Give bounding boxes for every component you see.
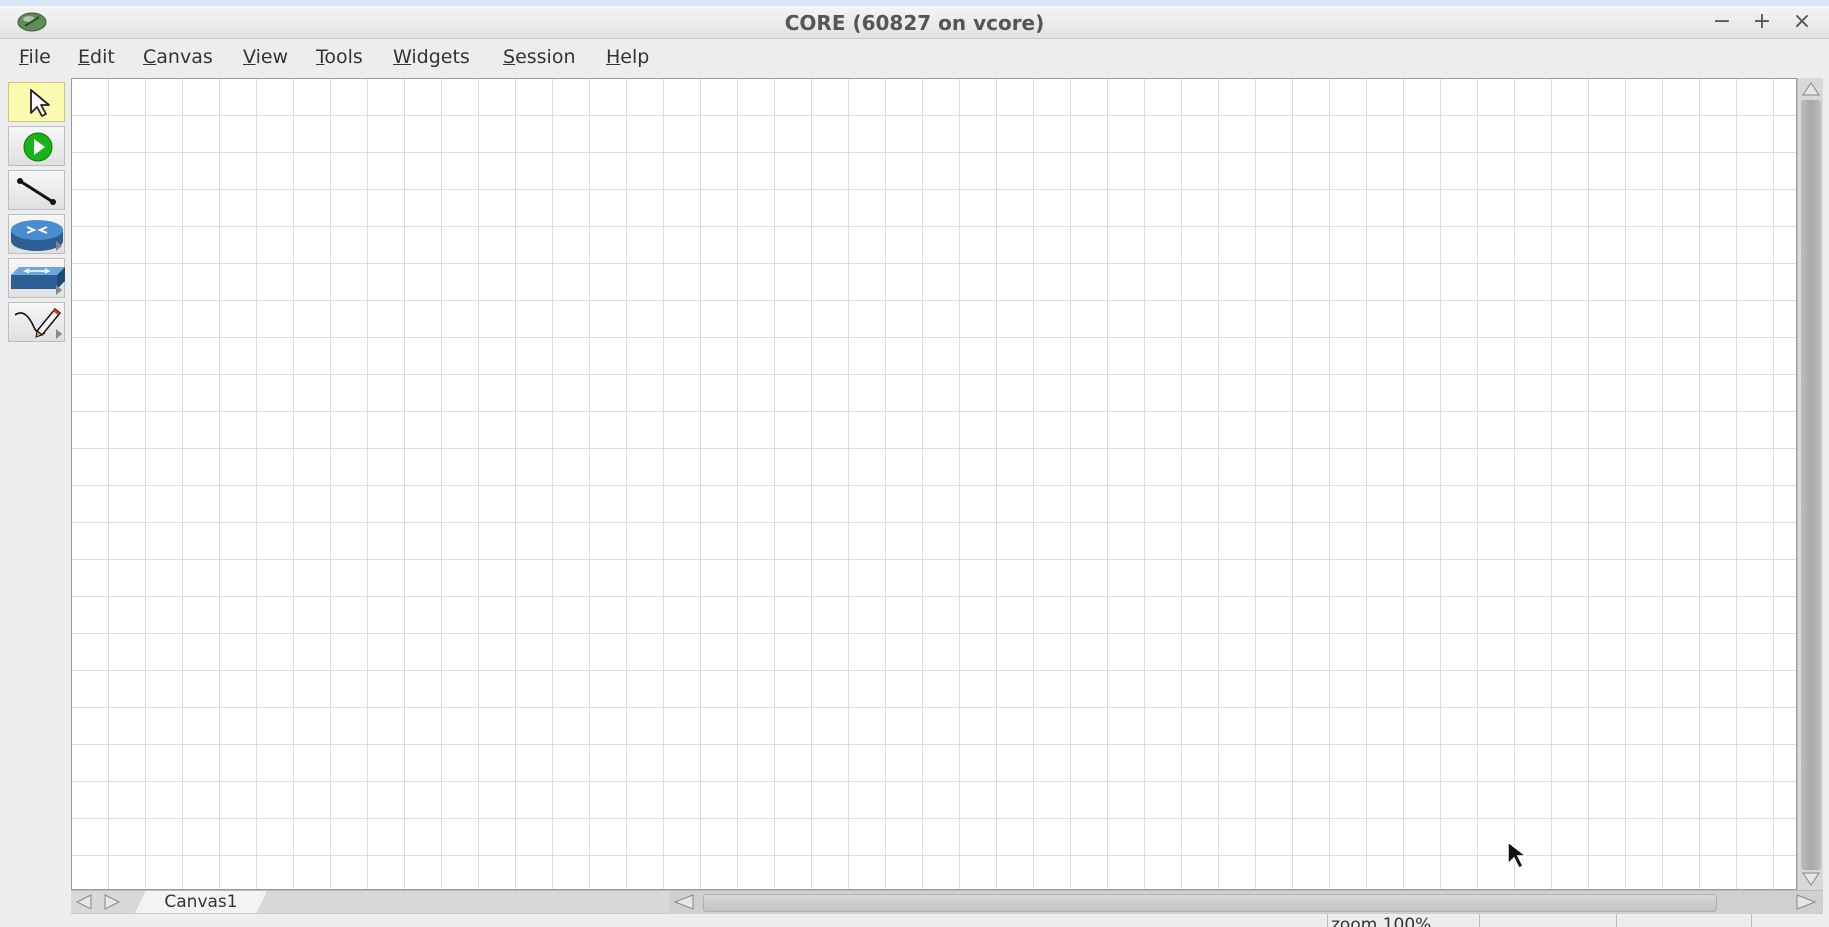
status-divider	[1327, 914, 1328, 927]
menu-view[interactable]: View	[243, 46, 288, 68]
horizontal-scroll-thumb[interactable]	[703, 894, 1717, 912]
play-icon	[23, 132, 53, 162]
network-canvas[interactable]	[71, 78, 1797, 890]
submenu-arrow-icon	[56, 329, 62, 339]
link-tool-button[interactable]	[8, 170, 65, 210]
status-bar: zoom 100%	[71, 913, 1823, 927]
mouse-cursor-icon	[1507, 840, 1529, 870]
scroll-down-arrow-icon[interactable]	[1801, 870, 1821, 888]
menu-edit[interactable]: Edit	[78, 46, 115, 68]
scroll-up-arrow-icon[interactable]	[1801, 80, 1821, 98]
start-session-button[interactable]	[8, 126, 65, 166]
scroll-right-arrow-icon[interactable]	[1793, 893, 1819, 911]
menu-widgets[interactable]: Widgets	[393, 46, 470, 68]
zoom-level: zoom 100%	[1331, 915, 1432, 927]
submenu-arrow-icon	[56, 285, 62, 295]
minimize-button[interactable]: −	[1708, 10, 1736, 34]
close-button[interactable]: ×	[1788, 10, 1816, 34]
window-title: CORE (60827 on vcore)	[784, 11, 1045, 35]
status-divider	[1479, 914, 1480, 927]
tool-palette	[8, 78, 68, 923]
menu-bar: File Edit Canvas View Tools Widgets Sess…	[0, 39, 1829, 75]
status-divider	[1751, 914, 1752, 927]
menu-session[interactable]: Session	[503, 46, 576, 68]
submenu-arrow-icon	[56, 241, 62, 251]
vertical-scroll-thumb[interactable]	[1801, 100, 1821, 870]
canvas-tab-row: Canvas1	[71, 890, 1823, 913]
menu-canvas[interactable]: Canvas	[143, 46, 213, 68]
core-window: CORE (60827 on vcore) − + × File Edit Ca…	[0, 6, 1829, 927]
menu-help[interactable]: Help	[606, 46, 649, 68]
scroll-left-arrow-icon[interactable]	[671, 893, 697, 911]
tab-canvas1[interactable]: Canvas1	[135, 891, 267, 913]
annotation-tool-button[interactable]	[8, 302, 65, 342]
menu-file[interactable]: File	[19, 46, 51, 68]
router-tool-button[interactable]	[8, 214, 65, 254]
vertical-scrollbar[interactable]	[1797, 78, 1823, 890]
status-divider	[1616, 914, 1617, 927]
next-canvas-arrow-icon[interactable]	[101, 893, 123, 911]
link-icon	[17, 178, 56, 205]
select-tool-button[interactable]	[8, 82, 65, 122]
previous-canvas-arrow-icon[interactable]	[73, 893, 95, 911]
horizontal-scrollbar[interactable]	[669, 891, 1823, 913]
canvas-tab-label: Canvas1	[164, 892, 238, 912]
switch-tool-button[interactable]	[8, 258, 65, 298]
arrow-pointer-icon	[30, 89, 50, 117]
title-bar[interactable]: CORE (60827 on vcore) − + ×	[0, 6, 1829, 39]
maximize-button[interactable]: +	[1748, 10, 1776, 34]
menu-tools[interactable]: Tools	[316, 46, 363, 68]
